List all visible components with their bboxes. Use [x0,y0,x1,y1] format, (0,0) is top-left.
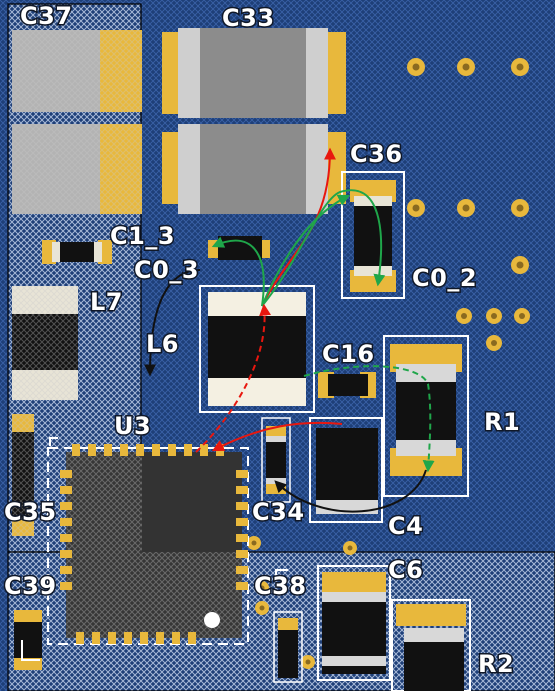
label-c34: C34 [252,498,305,526]
label-c35: C35 [4,498,57,526]
label-l7: L7 [90,288,123,316]
component-l7[interactable] [12,286,78,400]
label-c4: C4 [388,512,423,540]
pcb-layout-view: C37 C33 C36 C1_3 C0_3 C0_2 L7 L6 C16 R1 … [0,0,555,691]
pin1-marker [204,612,220,628]
component-u3[interactable] [47,444,249,645]
label-c37: C37 [20,2,73,30]
label-u3: U3 [114,412,151,440]
label-c16: C16 [322,340,375,368]
label-c38: C38 [254,572,307,600]
label-r1: R1 [484,408,520,436]
label-c6: C6 [388,556,423,584]
component-c36[interactable] [162,124,346,214]
label-c39: C39 [4,572,57,600]
component-c33[interactable] [162,28,346,118]
label-c36: C36 [350,140,403,168]
component-c16[interactable] [318,372,376,398]
component-l6[interactable] [199,285,315,413]
label-c0-3: C0_3 [134,256,199,284]
label-l6: L6 [146,330,179,358]
label-r2: R2 [478,650,514,678]
label-c1-3: C1_3 [110,222,175,250]
label-c0-2: C0_2 [412,264,477,292]
component-c1-3[interactable] [42,240,112,264]
component-c6[interactable] [317,565,391,681]
label-c33: C33 [222,4,275,32]
component-c38[interactable] [273,611,303,683]
